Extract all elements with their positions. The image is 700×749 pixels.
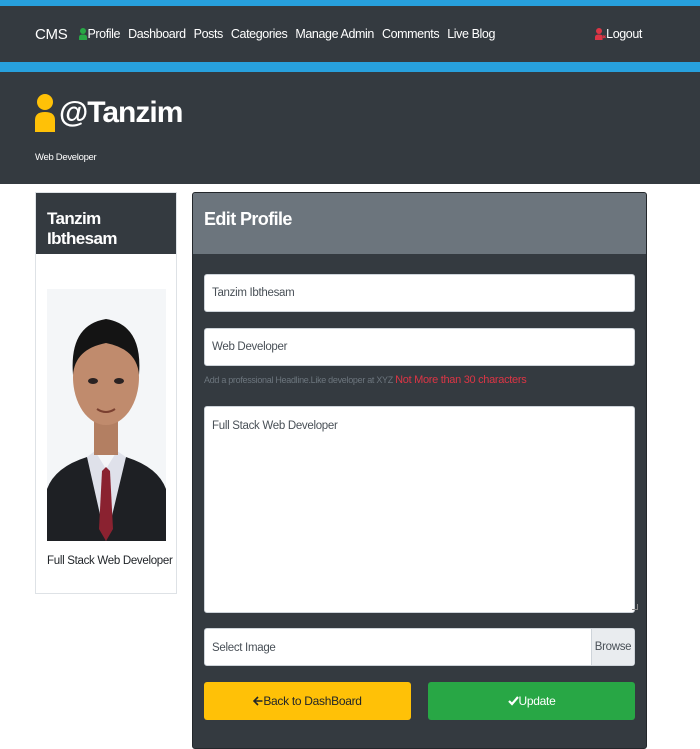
check-icon bbox=[507, 696, 519, 706]
nav-right: Logout bbox=[595, 6, 642, 62]
nav-item-comments[interactable]: Comments bbox=[382, 27, 440, 41]
name-input[interactable] bbox=[204, 274, 635, 312]
nav-item-categories[interactable]: Categories bbox=[231, 27, 288, 41]
page-header: @Tanzim Web Developer bbox=[0, 72, 700, 184]
update-button[interactable]: Update bbox=[428, 682, 635, 720]
nav-links: CMS Profile Dashboard Posts Categories M… bbox=[35, 6, 503, 62]
user-icon bbox=[79, 28, 88, 40]
profile-card: Tanzim Ibthesam Full Stack Web Developer bbox=[35, 192, 177, 594]
arrow-left-icon bbox=[253, 696, 263, 706]
profile-name: Tanzim Ibthesam bbox=[36, 193, 176, 254]
profile-photo bbox=[47, 289, 166, 541]
bio-textarea[interactable]: Full Stack Web Developer bbox=[204, 406, 635, 613]
username-heading: @Tanzim bbox=[59, 96, 183, 129]
headline-input[interactable] bbox=[204, 328, 635, 366]
headline-text: Web Developer bbox=[35, 152, 97, 163]
back-button-label: Back to DashBoard bbox=[263, 694, 362, 708]
nav-item-manage-admin[interactable]: Manage Admin bbox=[295, 27, 374, 41]
edit-profile-title: Edit Profile bbox=[193, 193, 646, 254]
back-to-dashboard-button[interactable]: Back to DashBoard bbox=[204, 682, 411, 720]
update-button-label: Update bbox=[518, 694, 556, 708]
logout-label: Logout bbox=[606, 27, 642, 41]
headline-hint-text: Add a professional Headline.Like develop… bbox=[204, 375, 393, 385]
user-times-icon bbox=[595, 28, 607, 40]
logout-link[interactable]: Logout bbox=[595, 27, 642, 41]
brand-link[interactable]: CMS bbox=[35, 26, 68, 43]
browse-button[interactable]: Browse bbox=[591, 629, 634, 665]
nav-item-profile[interactable]: Profile bbox=[79, 27, 120, 41]
bottom-accent-stripe bbox=[0, 62, 700, 72]
nav-item-posts[interactable]: Posts bbox=[194, 27, 224, 41]
navbar: CMS Profile Dashboard Posts Categories M… bbox=[0, 6, 700, 62]
user-icon bbox=[35, 94, 55, 132]
headline-hint: Add a professional Headline.Like develop… bbox=[204, 374, 527, 386]
resize-handle[interactable] bbox=[632, 604, 638, 610]
profile-bio: Full Stack Web Developer bbox=[47, 555, 173, 567]
nav-item-dashboard[interactable]: Dashboard bbox=[128, 27, 186, 41]
page-title: @Tanzim bbox=[35, 94, 183, 132]
nav-item-live-blog[interactable]: Live Blog bbox=[447, 27, 495, 41]
nav-item-label: Profile bbox=[87, 27, 121, 41]
headline-warning: Not More than 30 characters bbox=[395, 374, 527, 386]
edit-profile-card: Edit Profile Add a professional Headline… bbox=[192, 192, 647, 749]
file-input-label: Select Image bbox=[212, 642, 276, 654]
image-file-input[interactable]: Select Image Browse bbox=[204, 628, 635, 666]
